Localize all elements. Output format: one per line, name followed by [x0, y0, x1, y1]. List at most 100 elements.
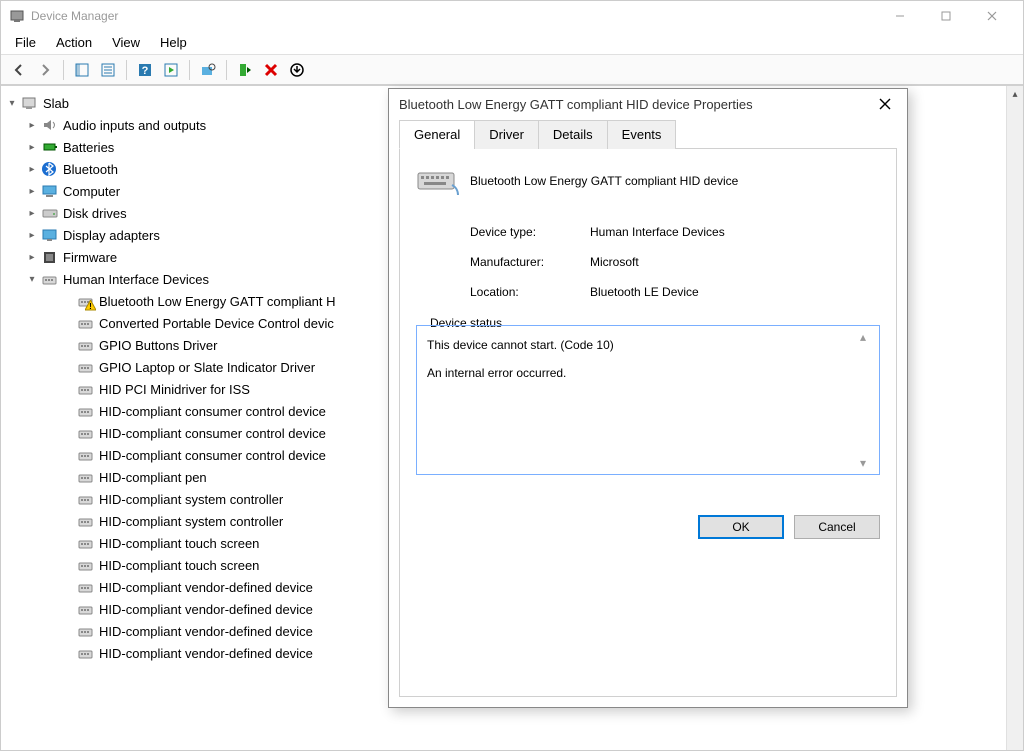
chevron-right-icon[interactable]: ▸	[25, 228, 39, 242]
scan-hardware-button[interactable]	[196, 58, 220, 82]
status-line-2: An internal error occurred.	[427, 364, 851, 382]
hid-icon	[77, 447, 95, 463]
forward-button[interactable]	[33, 58, 57, 82]
properties-dialog: Bluetooth Low Energy GATT compliant HID …	[388, 88, 908, 708]
row-location: Location: Bluetooth LE Device	[416, 285, 880, 299]
chevron-right-icon[interactable]: ▸	[25, 140, 39, 154]
tree-label: Slab	[43, 96, 69, 111]
device-name: Bluetooth Low Energy GATT compliant HID …	[470, 174, 738, 188]
svg-text:!: !	[89, 302, 92, 311]
battery-icon	[41, 139, 59, 155]
tree-label: Firmware	[63, 250, 117, 265]
chevron-right-icon[interactable]: ▸	[25, 250, 39, 264]
window-controls	[877, 1, 1015, 31]
tree-label: HID-compliant system controller	[99, 492, 283, 507]
update-button[interactable]	[285, 58, 309, 82]
scroll-up-icon[interactable]: ▴	[1007, 86, 1024, 103]
titlebar: Device Manager	[1, 1, 1023, 31]
tree-label: HID-compliant consumer control device	[99, 404, 326, 419]
bluetooth-icon	[41, 161, 59, 177]
action-button[interactable]	[159, 58, 183, 82]
hid-icon	[77, 403, 95, 419]
root-icon	[21, 95, 39, 111]
tab-driver[interactable]: Driver	[474, 120, 539, 149]
device-header: Bluetooth Low Energy GATT compliant HID …	[416, 165, 880, 197]
help-button[interactable]: ?	[133, 58, 157, 82]
hid-icon	[77, 469, 95, 485]
tree-label: Batteries	[63, 140, 114, 155]
hid-icon	[77, 557, 95, 573]
vertical-scrollbar[interactable]: ▴	[1006, 86, 1023, 750]
dialog-buttons: OK Cancel	[416, 475, 880, 539]
tree-label: Disk drives	[63, 206, 127, 221]
tab-details[interactable]: Details	[538, 120, 608, 149]
tree-label: GPIO Buttons Driver	[99, 338, 217, 353]
hid-icon	[77, 359, 95, 375]
menu-help[interactable]: Help	[150, 33, 197, 52]
menu-file[interactable]: File	[5, 33, 46, 52]
device-type-label: Device type:	[470, 225, 590, 239]
chevron-down-icon[interactable]: ▾	[5, 96, 19, 110]
hid-icon	[77, 491, 95, 507]
hid-icon	[77, 601, 95, 617]
tree-label: HID-compliant vendor-defined device	[99, 580, 313, 595]
status-scrollbar[interactable]: ▴ ▾	[860, 328, 877, 472]
hid-icon	[77, 645, 95, 661]
firmware-icon	[41, 249, 59, 265]
chevron-right-icon[interactable]: ▸	[25, 184, 39, 198]
location-label: Location:	[470, 285, 590, 299]
menu-view[interactable]: View	[102, 33, 150, 52]
row-device-type: Device type: Human Interface Devices	[416, 225, 880, 239]
tree-label: HID-compliant consumer control device	[99, 448, 326, 463]
tree-label: HID-compliant vendor-defined device	[99, 624, 313, 639]
tree-label: GPIO Laptop or Slate Indicator Driver	[99, 360, 315, 375]
tree-label: Bluetooth Low Energy GATT compliant H	[99, 294, 336, 309]
tree-label: HID-compliant vendor-defined device	[99, 602, 313, 617]
tree-label: HID PCI Minidriver for ISS	[99, 382, 250, 397]
show-hide-tree-button[interactable]	[70, 58, 94, 82]
uninstall-button[interactable]	[259, 58, 283, 82]
tree-label: Bluetooth	[63, 162, 118, 177]
computer-icon	[41, 183, 59, 199]
minimize-button[interactable]	[877, 1, 923, 31]
dialog-body: General Driver Details Events Bluetooth …	[389, 119, 907, 707]
dialog-close-button[interactable]	[873, 92, 897, 116]
hid-icon	[77, 315, 95, 331]
ok-button[interactable]: OK	[698, 515, 784, 539]
dialog-title: Bluetooth Low Energy GATT compliant HID …	[399, 97, 873, 112]
status-line-1: This device cannot start. (Code 10)	[427, 336, 851, 354]
tree-label: HID-compliant touch screen	[99, 558, 259, 573]
device-status-text[interactable]: This device cannot start. (Code 10) An i…	[416, 325, 880, 475]
hid-icon	[77, 381, 95, 397]
enable-button[interactable]	[233, 58, 257, 82]
chevron-down-icon[interactable]: ▾	[25, 272, 39, 286]
tree-label: HID-compliant consumer control device	[99, 426, 326, 441]
device-status-group: Device status This device cannot start. …	[416, 325, 880, 475]
keyboard-icon	[416, 165, 456, 197]
scroll-down-icon[interactable]: ▾	[860, 454, 877, 472]
chevron-right-icon[interactable]: ▸	[25, 118, 39, 132]
tab-general[interactable]: General	[399, 120, 475, 149]
tab-events[interactable]: Events	[607, 120, 677, 149]
tree-label: Display adapters	[63, 228, 160, 243]
back-button[interactable]	[7, 58, 31, 82]
scroll-up-icon[interactable]: ▴	[860, 328, 877, 346]
dialog-tabs: General Driver Details Events	[399, 119, 897, 149]
chevron-right-icon[interactable]: ▸	[25, 162, 39, 176]
device-type-value: Human Interface Devices	[590, 225, 880, 239]
chevron-right-icon[interactable]: ▸	[25, 206, 39, 220]
close-button[interactable]	[969, 1, 1015, 31]
tree-label: Audio inputs and outputs	[63, 118, 206, 133]
hid-icon	[77, 513, 95, 529]
window-title: Device Manager	[31, 9, 877, 23]
menu-action[interactable]: Action	[46, 33, 102, 52]
maximize-button[interactable]	[923, 1, 969, 31]
properties-button[interactable]	[96, 58, 120, 82]
hid-icon	[77, 337, 95, 353]
manufacturer-label: Manufacturer:	[470, 255, 590, 269]
hid-icon	[77, 535, 95, 551]
cancel-button[interactable]: Cancel	[794, 515, 880, 539]
toolbar: ?	[1, 55, 1023, 85]
tab-content-general: Bluetooth Low Energy GATT compliant HID …	[399, 149, 897, 697]
row-manufacturer: Manufacturer: Microsoft	[416, 255, 880, 269]
